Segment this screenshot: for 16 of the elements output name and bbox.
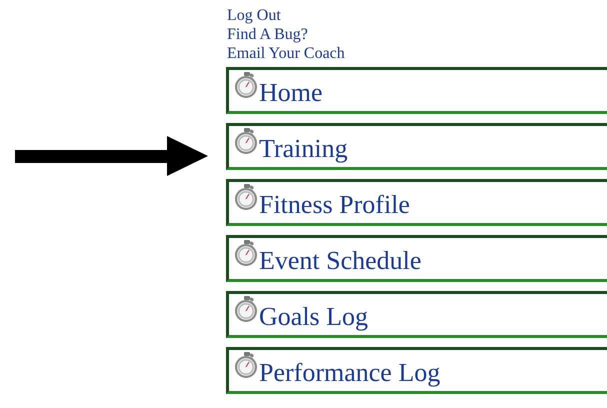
nav-link[interactable]: Email Your Coach bbox=[227, 44, 345, 63]
menu-item[interactable]: Goals Log bbox=[226, 291, 607, 338]
stopwatch-icon bbox=[235, 127, 259, 155]
arrow-icon bbox=[15, 136, 208, 176]
stopwatch-icon bbox=[235, 239, 259, 267]
stopwatch-icon bbox=[235, 71, 259, 99]
nav-link[interactable]: Find A Bug? bbox=[227, 25, 308, 44]
menu-item[interactable]: Performance Log bbox=[226, 347, 607, 394]
stopwatch-icon bbox=[235, 351, 259, 379]
menu-item[interactable]: Fitness Profile bbox=[226, 179, 607, 226]
menu-item[interactable]: Home bbox=[226, 67, 607, 114]
menu-item[interactable]: Training bbox=[226, 123, 607, 170]
menu-item[interactable]: Event Schedule bbox=[226, 235, 607, 282]
stopwatch-icon bbox=[235, 183, 259, 211]
stopwatch-icon bbox=[235, 295, 259, 323]
nav-link[interactable]: Log Out bbox=[227, 6, 281, 25]
